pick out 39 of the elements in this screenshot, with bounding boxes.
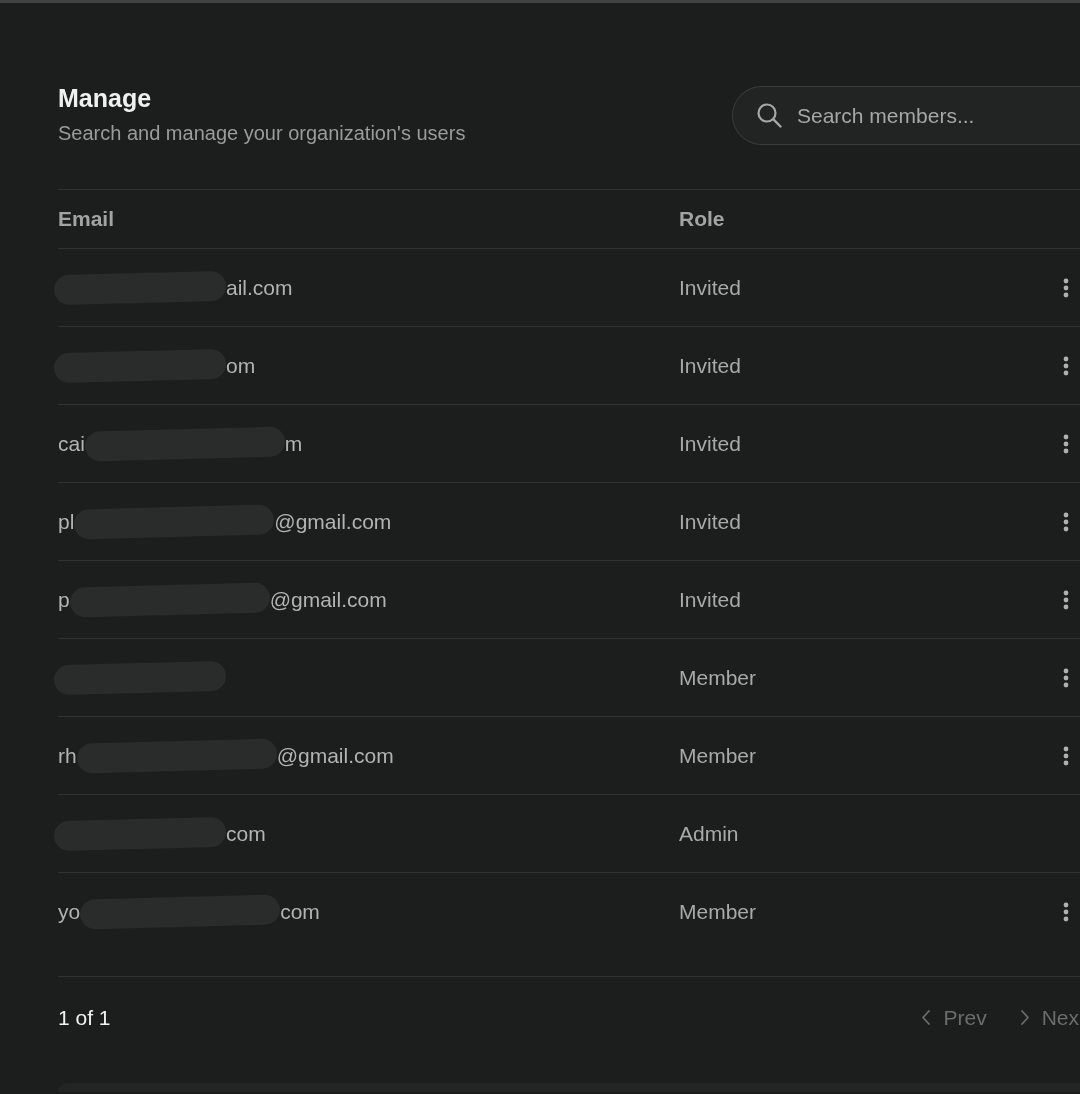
role-label: Admin [679, 821, 739, 845]
role-label: Member [679, 900, 757, 924]
email-text: @gmail.com [276, 742, 394, 769]
search-icon [756, 102, 782, 128]
role-label: Invited [679, 431, 741, 455]
page-subtitle: Search and manage your organization's users [58, 121, 466, 146]
chevron-left-icon [921, 1009, 932, 1026]
email-text: m [284, 430, 303, 457]
vertical-dots-icon [1063, 902, 1069, 922]
role-label: Member [679, 743, 757, 767]
email-text: @gmail.com [269, 586, 387, 613]
vertical-dots-icon [1063, 277, 1069, 298]
page-title: Manage [58, 83, 153, 113]
chevron-right-icon [1019, 1009, 1030, 1026]
email-text: com [226, 820, 266, 847]
vertical-dots-icon [1063, 511, 1069, 532]
email-text: om [226, 352, 256, 379]
column-header: Role [679, 207, 725, 231]
role-label: Invited [679, 509, 741, 533]
role-label: Invited [679, 275, 741, 299]
email-text: com [280, 899, 320, 926]
email-text: @gmail.com [274, 508, 392, 535]
email-text: p [58, 586, 70, 613]
vertical-dots-icon [1063, 355, 1069, 376]
search-field[interactable]: Search members... [732, 86, 1080, 145]
vertical-dots-icon [1063, 433, 1069, 454]
email-text: ail.com [226, 274, 293, 301]
column-header: Email [58, 206, 115, 233]
email-text: yo [58, 899, 81, 926]
email-text: pl [58, 508, 75, 535]
email-text: rh [58, 742, 77, 769]
email-text: cai [58, 430, 85, 457]
vertical-dots-icon [1063, 589, 1069, 610]
vertical-dots-icon [1063, 745, 1069, 766]
role-label: Member [679, 665, 757, 689]
role-label: Invited [679, 353, 741, 377]
page-count: 1 of 1 [58, 1004, 111, 1031]
role-label: Invited [679, 587, 741, 611]
vertical-dots-icon [1063, 667, 1069, 688]
